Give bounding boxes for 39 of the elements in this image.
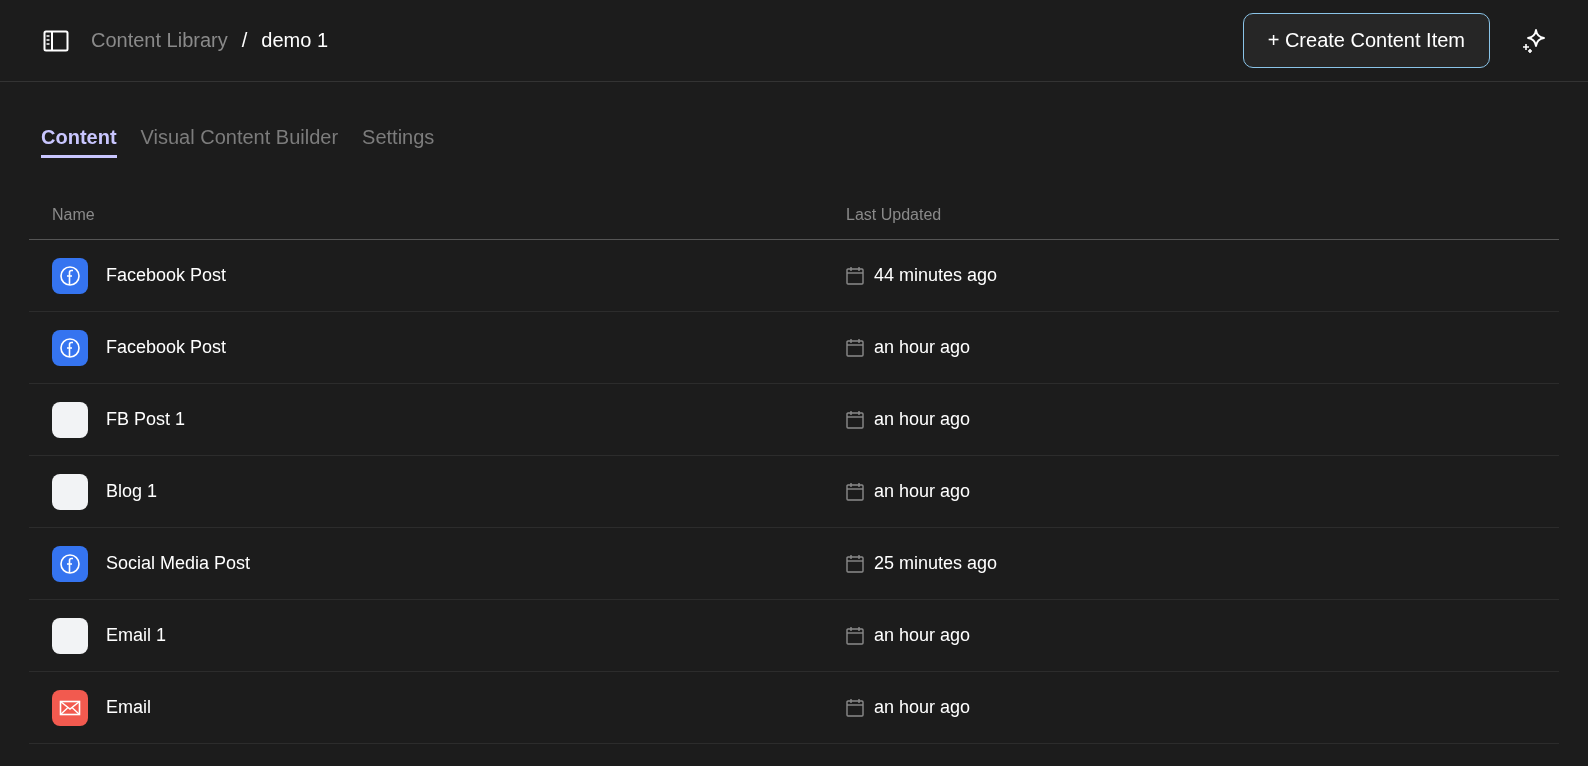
column-header: Last Updated <box>846 206 943 224</box>
breadcrumb-link[interactable]: Content Library <box>91 29 228 52</box>
last-updated-time: an hour ago <box>874 481 971 502</box>
calendar-icon <box>846 626 864 645</box>
tab[interactable]: Visual Content Builder <box>140 126 339 155</box>
content-name[interactable]: Facebook Post <box>106 337 227 358</box>
calendar-icon <box>846 266 864 285</box>
tab[interactable]: Settings <box>362 126 435 155</box>
calendar-icon <box>846 482 864 501</box>
breadcrumb-separator: / <box>241 29 248 52</box>
facebook-icon <box>52 329 88 366</box>
last-updated-time: an hour ago <box>874 625 971 646</box>
sidebar-toggle-icon[interactable] <box>43 29 69 52</box>
create-content-button[interactable]: + Create Content Item <box>1242 13 1490 68</box>
content-name[interactable]: Facebook Post <box>106 265 227 286</box>
content-name[interactable]: Email <box>106 697 151 718</box>
tab[interactable]: Content <box>41 126 117 158</box>
facebook-icon <box>52 257 88 294</box>
last-updated-time: an hour ago <box>874 697 971 718</box>
content-name[interactable]: Social Media Post <box>106 553 251 574</box>
envelope-icon <box>52 689 88 726</box>
calendar-icon <box>846 698 864 717</box>
facebook-icon <box>52 545 88 582</box>
column-header: Name <box>51 206 96 224</box>
breadcrumb-current: demo 1 <box>261 29 329 52</box>
blank-thumbnail-icon <box>52 401 88 438</box>
content-name[interactable]: Blog 1 <box>106 481 158 502</box>
sparkle-icon[interactable] <box>1520 26 1548 55</box>
blank-thumbnail-icon <box>52 473 88 510</box>
last-updated-time: 25 minutes ago <box>874 553 998 574</box>
calendar-icon <box>846 410 864 429</box>
blank-thumbnail-icon <box>52 617 88 654</box>
content-name[interactable]: FB Post 1 <box>106 409 186 430</box>
calendar-icon <box>846 554 864 573</box>
last-updated-time: an hour ago <box>874 337 971 358</box>
calendar-icon <box>846 338 864 357</box>
last-updated-time: 44 minutes ago <box>874 265 998 286</box>
content-name[interactable]: Email 1 <box>106 625 167 646</box>
last-updated-time: an hour ago <box>874 409 971 430</box>
